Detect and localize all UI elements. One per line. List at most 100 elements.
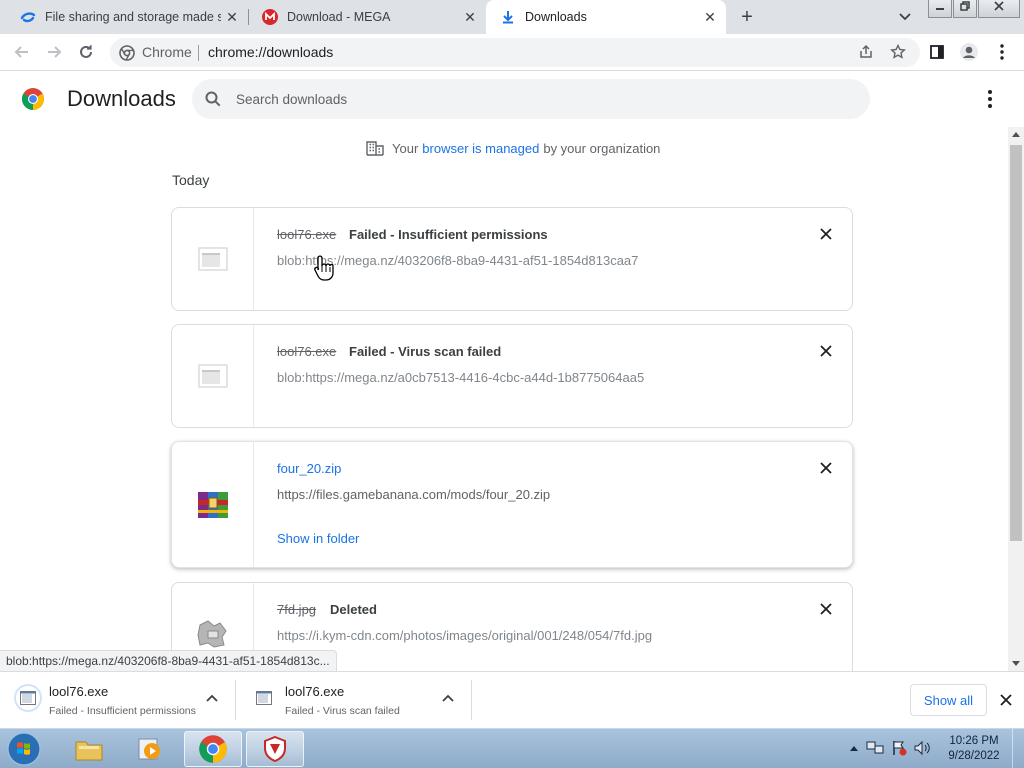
show-all-button[interactable]: Show all — [910, 684, 987, 716]
reload-icon — [80, 45, 92, 58]
shelf-file-name: lool76.exe — [49, 684, 109, 699]
chevron-up-icon[interactable] — [204, 691, 220, 707]
remove-button[interactable] — [817, 342, 835, 360]
close-icon — [820, 228, 832, 240]
tab-mega-home[interactable]: File sharing and storage made simple ✕ — [6, 0, 249, 34]
new-tab-button[interactable]: + — [737, 7, 757, 27]
page-scrollbar[interactable] — [1008, 127, 1024, 671]
clock-time: 10:26 PM — [949, 735, 999, 747]
scroll-thumb[interactable] — [1010, 145, 1022, 541]
close-icon — [994, 1, 1004, 11]
close-icon — [820, 462, 832, 474]
clock-date: 9/28/2022 — [948, 750, 1000, 762]
taskbar-chrome[interactable] — [184, 731, 242, 767]
folder-icon — [75, 741, 103, 761]
restore-button[interactable] — [953, 0, 977, 18]
download-shelf: lool76.exe Failed - Insufficient permiss… — [0, 671, 1024, 728]
download-arrow-icon — [500, 9, 516, 25]
back-button[interactable] — [12, 42, 32, 62]
chevron-up-icon[interactable] — [440, 691, 456, 707]
tab-title: File sharing and storage made simple — [45, 10, 221, 24]
show-desktop-button[interactable] — [1012, 729, 1024, 768]
shelf-file-name: lool76.exe — [285, 684, 345, 699]
broken-image-file-icon — [196, 620, 227, 648]
scroll-down-arrow-icon[interactable] — [1012, 661, 1020, 666]
remove-button[interactable] — [817, 600, 835, 618]
managed-link[interactable]: browser is managed — [422, 141, 539, 156]
shelf-item[interactable]: lool76.exe Failed - Insufficient permiss… — [0, 672, 236, 728]
show-in-folder-link[interactable]: Show in folder — [277, 531, 359, 546]
close-icon[interactable]: ✕ — [462, 9, 478, 25]
taskbar-security-app[interactable] — [246, 731, 304, 767]
more-vert-icon — [988, 90, 992, 94]
download-item: lool76.exe Failed - Virus scan failed bl… — [171, 324, 853, 428]
mega-m-icon — [262, 9, 278, 25]
reload-button[interactable] — [76, 42, 96, 62]
forward-button[interactable] — [44, 42, 64, 62]
star-icon[interactable] — [890, 44, 906, 60]
file-name: lool76.exe — [277, 227, 337, 242]
profile-avatar-icon — [960, 43, 978, 61]
start-button[interactable] — [4, 730, 44, 768]
taskbar-explorer[interactable] — [60, 731, 118, 767]
close-shelf-button[interactable] — [997, 691, 1015, 709]
date-section-header: Today — [172, 172, 210, 188]
network-icon[interactable] — [866, 739, 884, 757]
chevron-down-icon — [899, 13, 911, 21]
downloads-header: Downloads — [0, 71, 1024, 127]
more-vert-icon — [1000, 44, 1004, 60]
close-window-button[interactable] — [978, 0, 1020, 18]
tab-search-button[interactable] — [896, 9, 914, 25]
scroll-up-arrow-icon[interactable] — [1012, 132, 1020, 137]
arrow-right-icon — [48, 46, 62, 58]
close-icon — [820, 603, 832, 615]
remove-button[interactable] — [817, 225, 835, 243]
winrar-archive-icon — [197, 491, 228, 518]
source-url[interactable]: https://files.gamebanana.com/mods/four_2… — [277, 487, 550, 502]
chrome-menu-button[interactable] — [992, 42, 1012, 62]
download-status: Failed - Insufficient permissions — [349, 227, 548, 242]
minimize-button[interactable] — [928, 0, 952, 18]
download-progress-ring — [14, 684, 42, 712]
close-icon[interactable]: ✕ — [702, 9, 718, 25]
chrome-logo-icon — [199, 735, 227, 763]
shelf-item[interactable]: lool76.exe Failed - Virus scan failed — [236, 672, 472, 728]
generic-file-icon — [20, 691, 36, 705]
profile-button[interactable] — [959, 42, 979, 62]
hand-pointer-cursor-icon — [314, 255, 334, 281]
remove-button[interactable] — [817, 459, 835, 477]
file-name: lool76.exe — [277, 344, 337, 359]
managed-prefix: Your — [392, 140, 419, 156]
show-hidden-icons-icon[interactable] — [845, 739, 863, 757]
tab-downloads[interactable]: Downloads ✕ — [486, 0, 726, 34]
tab-download-mega[interactable]: Download - MEGA ✕ — [248, 0, 487, 34]
taskbar-media-player[interactable] — [121, 731, 179, 767]
action-center-flag-icon[interactable] — [890, 739, 908, 757]
search-input[interactable] — [236, 89, 836, 109]
side-panel-button[interactable] — [927, 42, 947, 62]
source-url[interactable]: https://i.kym-cdn.com/photos/images/orig… — [277, 628, 652, 643]
tab-strip: File sharing and storage made simple ✕ D… — [0, 0, 1024, 34]
close-icon[interactable]: ✕ — [224, 9, 240, 25]
share-icon[interactable] — [858, 44, 874, 60]
source-url[interactable]: blob:https://mega.nz/a0cb7513-4416-4cbc-… — [277, 370, 644, 385]
generic-file-icon — [256, 691, 272, 705]
system-clock[interactable]: 10:26 PM 9/28/2022 — [940, 734, 1008, 764]
download-status: Deleted — [330, 602, 377, 617]
url-text[interactable]: chrome://downloads — [208, 44, 333, 60]
address-bar[interactable]: Chrome chrome://downloads — [110, 38, 920, 67]
shield-icon — [264, 736, 286, 762]
file-name-link[interactable]: four_20.zip — [277, 461, 341, 476]
volume-icon[interactable] — [913, 739, 931, 757]
downloads-menu-button[interactable] — [980, 89, 1000, 109]
mega-logo-icon — [20, 9, 36, 25]
generic-file-icon — [198, 247, 227, 271]
restore-icon — [960, 1, 970, 11]
close-icon — [820, 345, 832, 357]
divider — [198, 45, 199, 61]
shelf-file-status: Failed - Virus scan failed — [285, 705, 400, 717]
shelf-file-status: Failed - Insufficient permissions — [49, 705, 196, 717]
chrome-logo-icon — [21, 87, 45, 111]
search-box[interactable] — [192, 79, 870, 119]
windows-start-orb-icon — [7, 732, 41, 766]
